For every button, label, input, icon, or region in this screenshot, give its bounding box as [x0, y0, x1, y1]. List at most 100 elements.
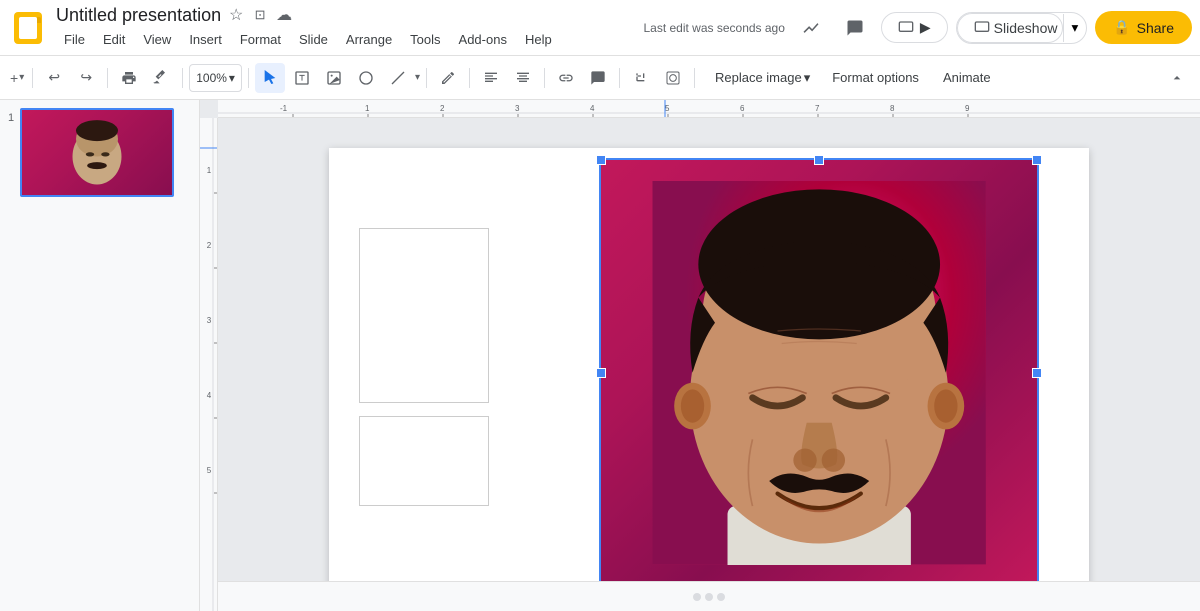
cloud-icon[interactable]: ☁ — [275, 6, 293, 24]
top-right-actions: Last edit was seconds ago ▶ Slideshow ▾ … — [643, 10, 1192, 46]
animate-label: Animate — [943, 70, 991, 85]
svg-text:5: 5 — [665, 104, 670, 113]
comments-button[interactable] — [837, 10, 873, 46]
slides-logo-inner — [19, 17, 37, 39]
image-tool[interactable] — [319, 63, 349, 93]
toolbar-divider-4 — [248, 68, 249, 88]
top-bar: Untitled presentation ☆ ⊡ ☁ File Edit Vi… — [0, 0, 1200, 56]
align-left-btn[interactable] — [476, 63, 506, 93]
menu-edit[interactable]: Edit — [95, 28, 133, 51]
line-dropdown[interactable]: ▾ — [415, 72, 420, 83]
last-edit-text: Last edit was seconds ago — [643, 21, 784, 35]
meme-image — [601, 160, 1037, 586]
undo-button[interactable]: ↩ — [39, 63, 69, 93]
bottom-bar — [218, 581, 1200, 611]
app-icon — [8, 8, 48, 48]
analytics-button[interactable] — [793, 10, 829, 46]
slides-logo — [14, 12, 42, 44]
svg-text:2: 2 — [207, 241, 212, 250]
handle-top-right[interactable] — [1032, 155, 1042, 165]
align-center-btn[interactable] — [508, 63, 538, 93]
content-with-ruler: 1 2 3 4 5 — [200, 118, 1200, 611]
replace-image-label: Replace image — [715, 70, 802, 85]
toolbar-divider-9 — [694, 68, 695, 88]
menu-insert[interactable]: Insert — [181, 28, 230, 51]
folder-icon[interactable]: ⊡ — [251, 6, 269, 24]
handle-top-center[interactable] — [814, 155, 824, 165]
slide-number-1: 1 — [8, 112, 14, 124]
line-tool[interactable] — [383, 63, 413, 93]
pencil-tool[interactable] — [433, 63, 463, 93]
menu-tools[interactable]: Tools — [402, 28, 448, 51]
svg-text:5: 5 — [207, 466, 212, 475]
slide-thumbnail-1[interactable] — [20, 108, 174, 197]
menu-addons[interactable]: Add-ons — [451, 28, 515, 51]
toolbar-divider-8 — [619, 68, 620, 88]
menu-view[interactable]: View — [135, 28, 179, 51]
menu-help[interactable]: Help — [517, 28, 560, 51]
star-icon[interactable]: ☆ — [227, 6, 245, 24]
ruler-vertical: 1 2 3 4 5 — [200, 118, 218, 611]
toolbar-divider-6 — [469, 68, 470, 88]
bottom-dot-2[interactable] — [705, 593, 713, 601]
zoom-chevron: ▾ — [229, 71, 235, 85]
canvas-area: -1 1 2 3 4 5 6 7 8 9 — [200, 100, 1200, 611]
animate-button[interactable]: Animate — [931, 65, 1003, 90]
svg-text:8: 8 — [890, 104, 895, 113]
svg-text:1: 1 — [207, 166, 212, 175]
toolbar-divider-2 — [107, 68, 108, 88]
lock-icon: 🔒 — [1113, 19, 1130, 36]
redo-button[interactable]: ↪ — [71, 63, 101, 93]
toolbar-divider-7 — [544, 68, 545, 88]
menu-arrange[interactable]: Arrange — [338, 28, 400, 51]
print-button[interactable] — [114, 63, 144, 93]
text-box-tool[interactable] — [287, 63, 317, 93]
title-section: Untitled presentation ☆ ⊡ ☁ File Edit Vi… — [56, 5, 560, 51]
menu-format[interactable]: Format — [232, 28, 289, 51]
add-icon: + — [10, 70, 18, 86]
slide-panel: 1 — [0, 100, 200, 611]
crop-btn[interactable] — [626, 63, 656, 93]
handle-middle-right[interactable] — [1032, 368, 1042, 378]
cursor-tool[interactable] — [255, 63, 285, 93]
text-placeholder-title[interactable] — [359, 228, 489, 403]
svg-text:6: 6 — [740, 104, 745, 113]
slide-canvas[interactable] — [329, 148, 1089, 588]
shapes-tool[interactable] — [351, 63, 381, 93]
bottom-dot-3[interactable] — [717, 593, 725, 601]
slide-item-1[interactable]: 1 — [8, 108, 191, 197]
svg-text:9: 9 — [965, 104, 970, 113]
menu-file[interactable]: File — [56, 28, 93, 51]
text-placeholder-subtitle[interactable] — [359, 416, 489, 506]
slideshow-button[interactable]: Slideshow — [957, 13, 1063, 43]
handle-middle-left[interactable] — [596, 368, 606, 378]
share-label: Share — [1137, 20, 1174, 36]
svg-text:4: 4 — [590, 104, 595, 113]
present-mode-icon: ▶ — [920, 19, 931, 36]
zoom-control[interactable]: 100% ▾ — [189, 64, 242, 92]
replace-image-button[interactable]: Replace image ▾ — [705, 65, 820, 91]
handle-top-left[interactable] — [596, 155, 606, 165]
slideshow-dropdown[interactable]: ▾ — [1063, 14, 1087, 42]
ruler-svg-h: -1 1 2 3 4 5 6 7 8 9 — [218, 100, 1200, 118]
collapse-toolbar-button[interactable] — [1162, 63, 1192, 93]
comment-btn[interactable] — [583, 63, 613, 93]
mask-btn[interactable] — [658, 63, 688, 93]
menu-slide[interactable]: Slide — [291, 28, 336, 51]
paint-format-button[interactable] — [146, 63, 176, 93]
slide-scroll-area[interactable] — [218, 118, 1200, 611]
add-button[interactable]: + ▾ — [8, 63, 26, 93]
replace-image-chevron: ▾ — [804, 70, 811, 86]
selected-image[interactable] — [599, 158, 1039, 588]
share-button[interactable]: 🔒 Share — [1095, 11, 1192, 44]
svg-text:3: 3 — [515, 104, 520, 113]
image-actions: Replace image ▾ Format options Animate — [705, 65, 1003, 91]
format-options-button[interactable]: Format options — [820, 65, 931, 90]
presentation-title[interactable]: Untitled presentation — [56, 5, 221, 26]
bottom-dot-1[interactable] — [693, 593, 701, 601]
link-btn[interactable] — [551, 63, 581, 93]
svg-text:2: 2 — [440, 104, 445, 113]
toolbar-divider-3 — [182, 68, 183, 88]
present-mode-button[interactable]: ▶ — [881, 12, 948, 43]
format-options-label: Format options — [832, 70, 919, 85]
